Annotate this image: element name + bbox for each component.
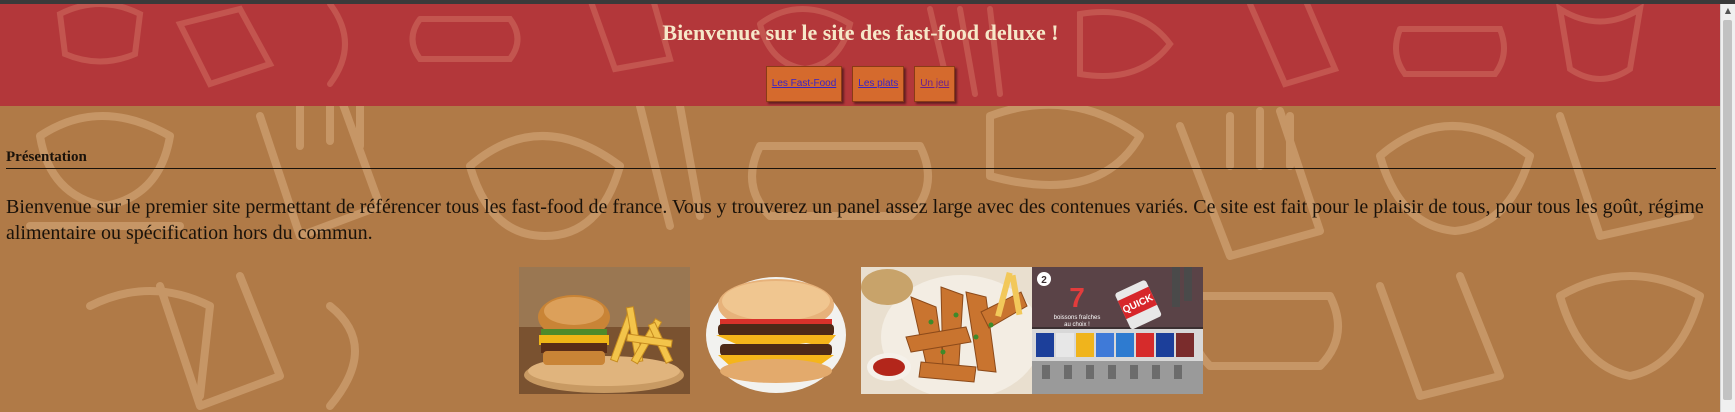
drinks-caption-line1: boissons fraîches (1054, 315, 1101, 321)
main-content: Présentation Bienvenue sur le premier si… (0, 106, 1721, 412)
nav-link-plats[interactable]: Les plats (852, 66, 905, 102)
nav-link-fast-food[interactable]: Les Fast-Food (765, 66, 843, 102)
potato-wedges-photo (861, 267, 1032, 394)
step-badge: 2 (1041, 275, 1047, 286)
nav-link-jeu[interactable]: Un jeu (914, 66, 956, 102)
scroll-up-arrow-icon[interactable]: ▲ (1723, 6, 1733, 16)
site-header: Bienvenue sur le site des fast-food delu… (0, 4, 1721, 106)
site-title: Bienvenue sur le site des fast-food delu… (662, 20, 1059, 45)
main-navigation: Les Fast-Food Les plats Un jeu (0, 66, 1721, 102)
intro-paragraph: Bienvenue sur le premier site permettant… (6, 196, 1704, 244)
soda-fountain-photo: 2 7 boissons fraîches au choix ! QUICK (1032, 267, 1203, 394)
section-title-presentation: Présentation (6, 149, 87, 165)
section-divider (6, 168, 1716, 169)
scrollbar-thumb[interactable] (1723, 20, 1732, 400)
drinks-caption-line2: au choix ! (1064, 322, 1090, 328)
photo-gallery: 2 7 boissons fraîches au choix ! QUICK (519, 267, 1203, 394)
drinks-count: 7 (1069, 282, 1085, 313)
double-cheeseburger-photo (690, 267, 861, 394)
burger-and-fries-photo (519, 267, 690, 394)
vertical-scrollbar[interactable]: ▲ (1720, 4, 1735, 412)
